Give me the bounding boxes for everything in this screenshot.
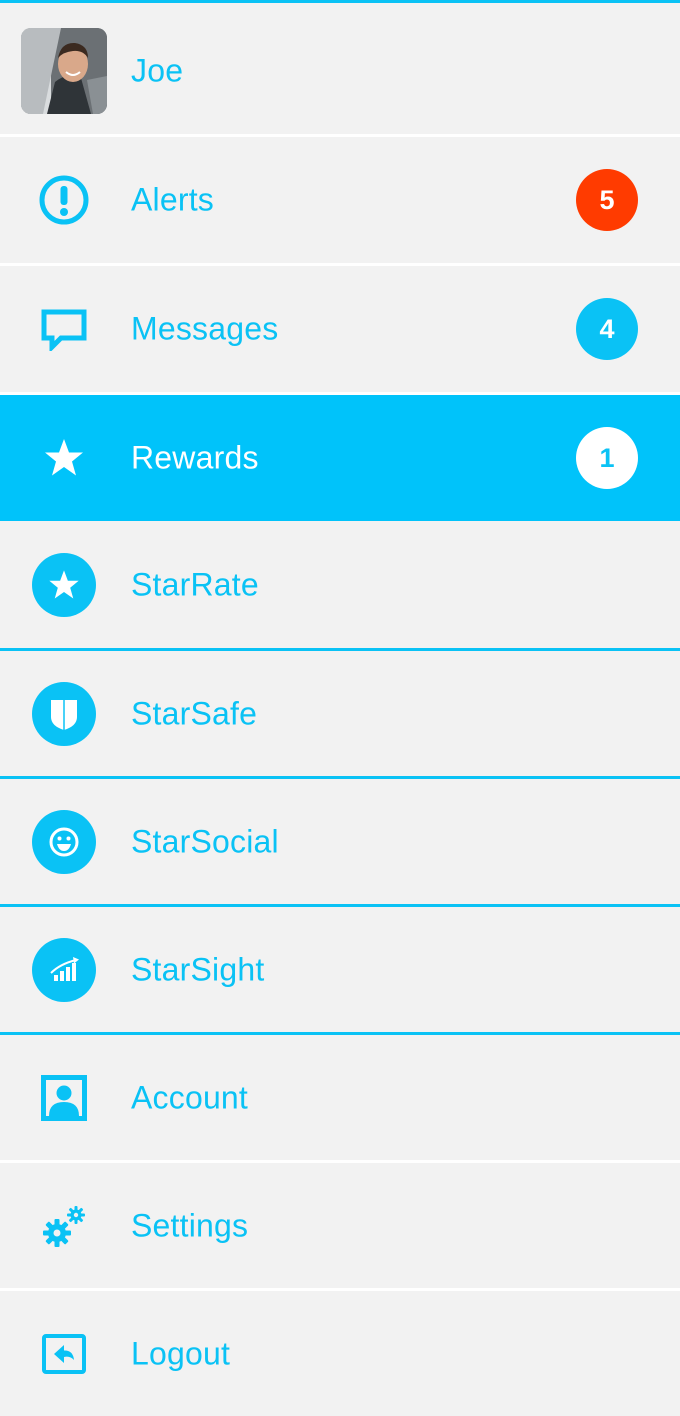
menu-item-label: StarSafe bbox=[131, 695, 258, 731]
menu-item-label: Account bbox=[131, 1079, 249, 1115]
menu-item-settings[interactable]: Settings bbox=[0, 1163, 680, 1291]
logout-icon bbox=[32, 1322, 96, 1386]
chart-icon bbox=[32, 937, 96, 1002]
menu-item-label: Settings bbox=[131, 1207, 249, 1243]
menu-item-label: Logout bbox=[131, 1335, 231, 1371]
side-menu: Joe Alerts 5 Messages 4 Rewards 1 StarRa… bbox=[0, 0, 680, 1416]
menu-item-account[interactable]: Account bbox=[0, 1035, 680, 1163]
menu-item-label: StarSocial bbox=[131, 823, 279, 859]
menu-item-label: Messages bbox=[131, 310, 279, 347]
account-icon bbox=[32, 1066, 96, 1130]
avatar[interactable] bbox=[21, 27, 107, 114]
top-divider bbox=[0, 0, 680, 3]
menu-item-starsocial[interactable]: StarSocial bbox=[0, 779, 680, 907]
message-icon bbox=[32, 297, 96, 361]
menu-item-starrate[interactable]: StarRate bbox=[0, 521, 680, 651]
menu-item-starsafe[interactable]: StarSafe bbox=[0, 651, 680, 779]
profile-row[interactable]: Joe bbox=[0, 7, 680, 137]
messages-count-badge: 4 bbox=[576, 298, 638, 360]
menu-item-alerts[interactable]: Alerts 5 bbox=[0, 137, 680, 266]
shield-icon bbox=[32, 681, 96, 746]
menu-item-starsight[interactable]: StarSight bbox=[0, 907, 680, 1035]
menu-item-logout[interactable]: Logout bbox=[0, 1291, 680, 1416]
user-name: Joe bbox=[131, 52, 184, 88]
menu-item-label: Rewards bbox=[131, 439, 259, 476]
menu-item-label: Alerts bbox=[131, 181, 214, 218]
menu-item-messages[interactable]: Messages 4 bbox=[0, 266, 680, 395]
menu-item-label: StarRate bbox=[131, 566, 259, 602]
gears-icon bbox=[32, 1194, 96, 1258]
menu-item-label: StarSight bbox=[131, 951, 265, 987]
smiley-icon bbox=[32, 809, 96, 874]
star-icon bbox=[32, 426, 96, 490]
alerts-count-badge: 5 bbox=[576, 169, 638, 231]
alert-icon bbox=[32, 168, 96, 232]
menu-item-rewards[interactable]: Rewards 1 bbox=[0, 395, 680, 521]
avatar-photo-icon bbox=[21, 27, 107, 114]
rewards-count-badge: 1 bbox=[576, 427, 638, 489]
star-circle-icon bbox=[32, 552, 96, 617]
